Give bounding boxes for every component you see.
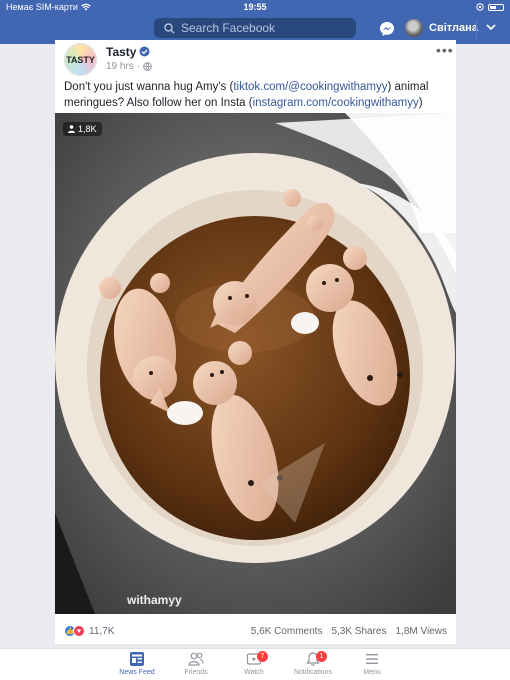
post-time[interactable]: 19 hrs (106, 61, 134, 72)
menu-icon (366, 654, 378, 664)
post-meta: 19 hrs · (106, 61, 152, 72)
watch-badge: 7 (257, 651, 268, 662)
comments-count[interactable]: 5,6K Comments (251, 626, 323, 637)
love-reaction-icon: ♥ (73, 625, 85, 637)
page-logo-text: TASTY (66, 54, 95, 65)
search-icon (164, 22, 175, 33)
search-input[interactable]: Search Facebook (154, 18, 356, 38)
post-card: TASTY Tasty 19 hrs · ••• Don't you just … (55, 40, 456, 644)
instagram-link[interactable]: instagram.com/cookingwithamyy (253, 97, 419, 109)
notifications-badge: 1 (316, 651, 327, 662)
person-icon (68, 125, 75, 133)
search-placeholder: Search Facebook (181, 21, 276, 35)
avatar[interactable] (405, 19, 423, 37)
clock: 19:55 (243, 2, 267, 12)
tab-menu[interactable]: Menu (337, 651, 407, 676)
chevron-down-icon[interactable] (486, 23, 496, 31)
post-stats: 👍 ♥ 11,7K 5,6K Comments 5,3K Shares 1,8M… (64, 623, 447, 639)
user-name[interactable]: Світлана (429, 22, 478, 34)
post-video[interactable]: 1,8K withamyy (55, 113, 456, 614)
status-bar: Немає SIM-карти 19:55 (0, 0, 510, 14)
more-options-icon[interactable]: ••• (436, 42, 454, 58)
messenger-icon[interactable] (379, 21, 395, 37)
bottom-tab-bar: News Feed Friends Watch 7 Notifications … (0, 648, 510, 680)
video-watermark: withamyy (127, 593, 182, 607)
news-feed-icon (130, 652, 144, 666)
page-name[interactable]: Tasty (106, 45, 136, 59)
video-frame (55, 113, 456, 614)
friends-icon (188, 652, 204, 666)
reaction-icons[interactable]: 👍 ♥ (64, 625, 85, 637)
nav-divider (476, 19, 477, 39)
reactions-count[interactable]: 11,7K (89, 626, 114, 637)
page-logo[interactable]: TASTY (64, 43, 97, 76)
views-count[interactable]: 1,8M Views (395, 626, 447, 637)
video-view-count: 1,8K (63, 122, 102, 136)
battery-icon (488, 3, 504, 11)
shares-count[interactable]: 5,3K Shares (331, 626, 386, 637)
verified-badge-icon (139, 46, 150, 57)
globe-icon (143, 62, 152, 71)
tiktok-link[interactable]: tiktok.com/@cookingwithamyy (233, 81, 387, 93)
post-text: Don't you just wanna hug Amy's (tiktok.c… (64, 81, 429, 109)
